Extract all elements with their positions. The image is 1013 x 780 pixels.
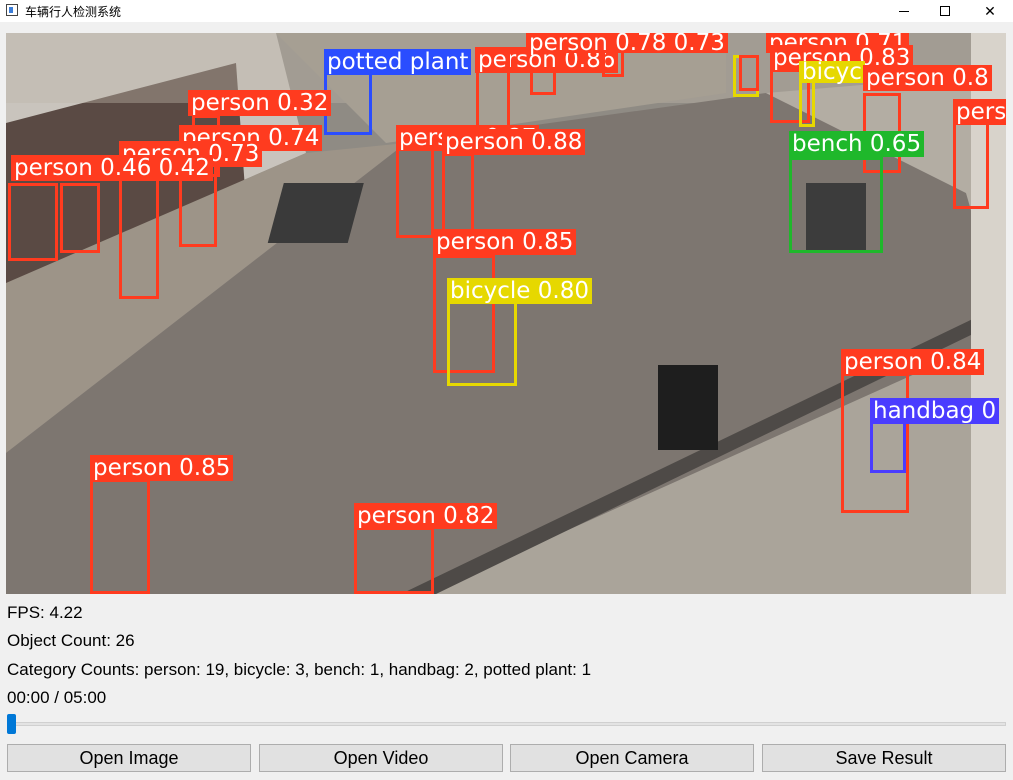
detection-box-bicycle: [447, 301, 517, 386]
detection-box-person: [8, 183, 58, 261]
detection-label: person 0.32: [188, 90, 332, 116]
open-video-button[interactable]: Open Video: [259, 744, 503, 772]
detection-label: person 0.82: [354, 503, 498, 529]
detection-box-person: [396, 148, 434, 238]
progress-slider-handle[interactable]: [7, 714, 16, 734]
detection-label: potted plant: [324, 49, 472, 75]
app-icon: [6, 4, 18, 16]
title-bar: 车辆行人检测系统 ✕: [0, 0, 1013, 22]
window-title: 车辆行人检测系统: [25, 5, 122, 19]
detection-label: person 0.8: [863, 65, 992, 91]
maximize-icon: [940, 6, 950, 16]
detection-box-person: [119, 173, 159, 299]
close-button[interactable]: ✕: [967, 0, 1013, 22]
detection-label: person 0.78 0.73: [526, 33, 728, 55]
detection-box-person: [739, 55, 759, 91]
detection-label: bicyc: [799, 61, 865, 84]
save-result-button[interactable]: Save Result: [762, 744, 1006, 772]
detection-box-person: [476, 47, 510, 129]
detection-label: bicycle 0.80: [447, 278, 592, 304]
detection-label: person 0.88: [442, 129, 586, 155]
minimize-icon: [899, 10, 909, 12]
detection-label: handbag 0: [870, 398, 1000, 424]
detection-view: person 0.86 person 0.78 0.73 person 0.71…: [6, 33, 1006, 594]
fps-label: FPS: 4.22: [7, 603, 83, 622]
object-count-label: Object Count: 26: [7, 631, 135, 650]
maximize-button[interactable]: [922, 0, 968, 22]
detection-label: person 0.85: [90, 455, 234, 481]
time-label: 00:00 / 05:00: [7, 688, 107, 707]
minimize-button[interactable]: [881, 0, 927, 22]
detection-label: pers: [953, 99, 1006, 125]
detection-box-bench: [789, 157, 883, 253]
close-icon: ✕: [984, 2, 996, 19]
detection-box-person: [442, 153, 474, 235]
detection-label: person 0.46 0.42: [11, 155, 213, 181]
detection-box-person: [60, 183, 100, 253]
detection-box-person: [90, 479, 150, 594]
open-camera-button[interactable]: Open Camera: [510, 744, 754, 772]
category-counts-label: Category Counts: person: 19, bicycle: 3,…: [7, 660, 592, 679]
detection-label: person 0.84: [841, 349, 985, 375]
progress-slider-track[interactable]: [7, 722, 1006, 726]
detection-box-person: [354, 527, 434, 594]
open-image-button[interactable]: Open Image: [7, 744, 251, 772]
detection-label: bench 0.65: [789, 131, 925, 157]
detection-label: person 0.85: [433, 229, 577, 255]
